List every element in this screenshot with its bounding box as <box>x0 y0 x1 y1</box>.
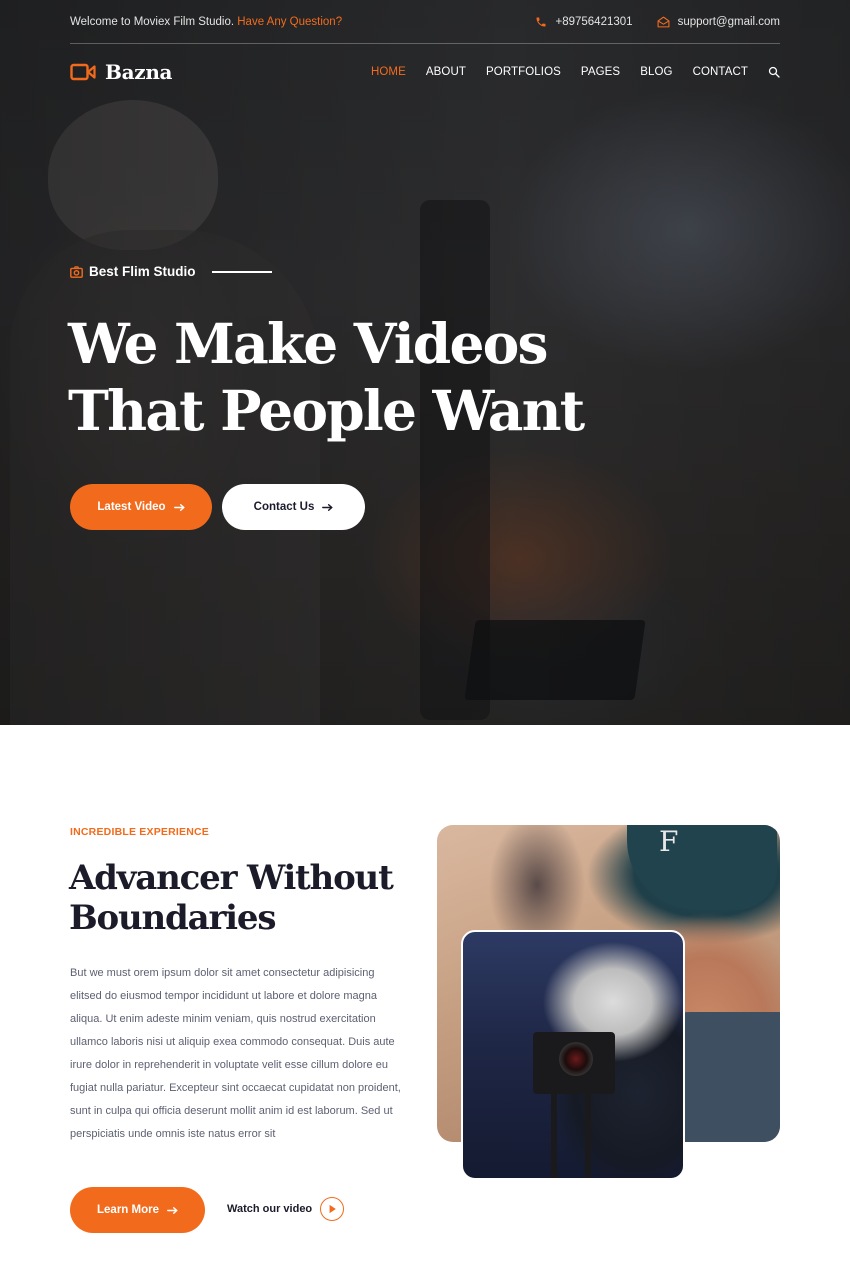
hero-title-line-1: We Make Videos <box>68 311 549 376</box>
play-button[interactable] <box>320 1197 345 1221</box>
site-logo[interactable]: Bazna <box>70 60 173 84</box>
video-camera-icon <box>70 63 96 81</box>
latest-video-button[interactable]: Latest Video <box>70 484 212 530</box>
paragraph-line: perspiciatis unde omnis iste natus error… <box>70 1128 276 1140</box>
about-title-line-1: Advancer Without <box>69 858 394 898</box>
email-address: support@gmail.com <box>677 15 780 28</box>
section-eyebrow: INCREDIBLE EXPERIENCE <box>70 826 209 838</box>
email-contact[interactable]: support@gmail.com <box>657 16 780 28</box>
paragraph-line: ullamco laboris nisi ut aliquip exea com… <box>70 1036 395 1048</box>
watch-video-label: Watch our video <box>227 1203 313 1215</box>
top-contacts: +89756421301 support@gmail.com <box>511 16 780 28</box>
hero-title-line-2: That People Want <box>68 378 585 443</box>
camera-icon <box>70 265 83 278</box>
camera-operator-photo <box>461 930 685 1180</box>
paragraph-line: aliqua. Ut enim adeste minim veniam, qui… <box>70 1013 376 1025</box>
play-icon <box>329 1204 336 1214</box>
arrow-right-icon <box>167 1206 178 1214</box>
nav-item-pages[interactable]: PAGES <box>581 66 620 78</box>
search-button[interactable] <box>768 66 780 78</box>
learn-more-button[interactable]: Learn More <box>70 1187 205 1233</box>
nav-item-home[interactable]: HOME <box>371 66 406 78</box>
latest-video-label: Latest Video <box>97 501 166 513</box>
nav-item-about[interactable]: ABOUT <box>426 66 466 78</box>
phone-number: +89756421301 <box>555 15 633 28</box>
hero-title: We Make Videos That People Want <box>68 310 585 444</box>
nav-menu: HOME ABOUT PORTFOLIOS PAGES BLOG CONTACT <box>351 66 780 78</box>
tagline-text: Best Flim Studio <box>89 264 196 279</box>
arrow-right-icon <box>173 503 185 511</box>
welcome-text: Welcome to Moviex Film Studio. Have Any … <box>70 16 342 28</box>
about-title-line-2: Boundaries <box>69 898 276 938</box>
search-icon <box>768 66 780 78</box>
nav-item-contact[interactable]: CONTACT <box>693 66 748 78</box>
envelope-icon <box>657 16 670 27</box>
phone-contact[interactable]: +89756421301 <box>535 15 633 28</box>
about-paragraph: But we must orem ipsum dolor sit amet co… <box>70 962 418 1146</box>
paragraph-line: elitsed do eiusmod tempor incididunt ut … <box>70 990 377 1002</box>
top-bar: Welcome to Moviex Film Studio. Have Any … <box>70 0 780 44</box>
paragraph-line: sunt in culpa qui officia deserunt molli… <box>70 1105 393 1117</box>
contact-us-button[interactable]: Contact Us <box>222 484 365 530</box>
arrow-right-icon <box>322 503 333 511</box>
paragraph-line: irure dolor in reprehenderit in voluptat… <box>70 1059 388 1071</box>
nav-item-portfolios[interactable]: PORTFOLIOS <box>486 66 561 78</box>
hero-section: Welcome to Moviex Film Studio. Have Any … <box>0 0 850 725</box>
welcome-message: Welcome to Moviex Film Studio. <box>70 15 235 28</box>
learn-more-label: Learn More <box>97 1204 159 1216</box>
about-title: Advancer Without Boundaries <box>69 858 394 938</box>
hero-tagline: Best Flim Studio <box>70 264 272 279</box>
tagline-divider <box>211 270 272 273</box>
cap-letter: F <box>659 825 679 858</box>
contact-us-label: Contact Us <box>253 501 315 513</box>
main-navbar: Bazna HOME ABOUT PORTFOLIOS PAGES BLOG C… <box>70 52 780 92</box>
paragraph-line: But we must orem ipsum dolor sit amet co… <box>70 967 375 979</box>
logo-text: Bazna <box>105 60 173 84</box>
watch-video-link[interactable]: Watch our video <box>227 1197 345 1221</box>
nav-item-blog[interactable]: BLOG <box>640 66 672 78</box>
paragraph-line: fugiat nulla pariatur. Excepteur sint oc… <box>70 1082 401 1094</box>
question-link[interactable]: Have Any Question? <box>237 16 342 28</box>
phone-icon <box>536 17 546 26</box>
